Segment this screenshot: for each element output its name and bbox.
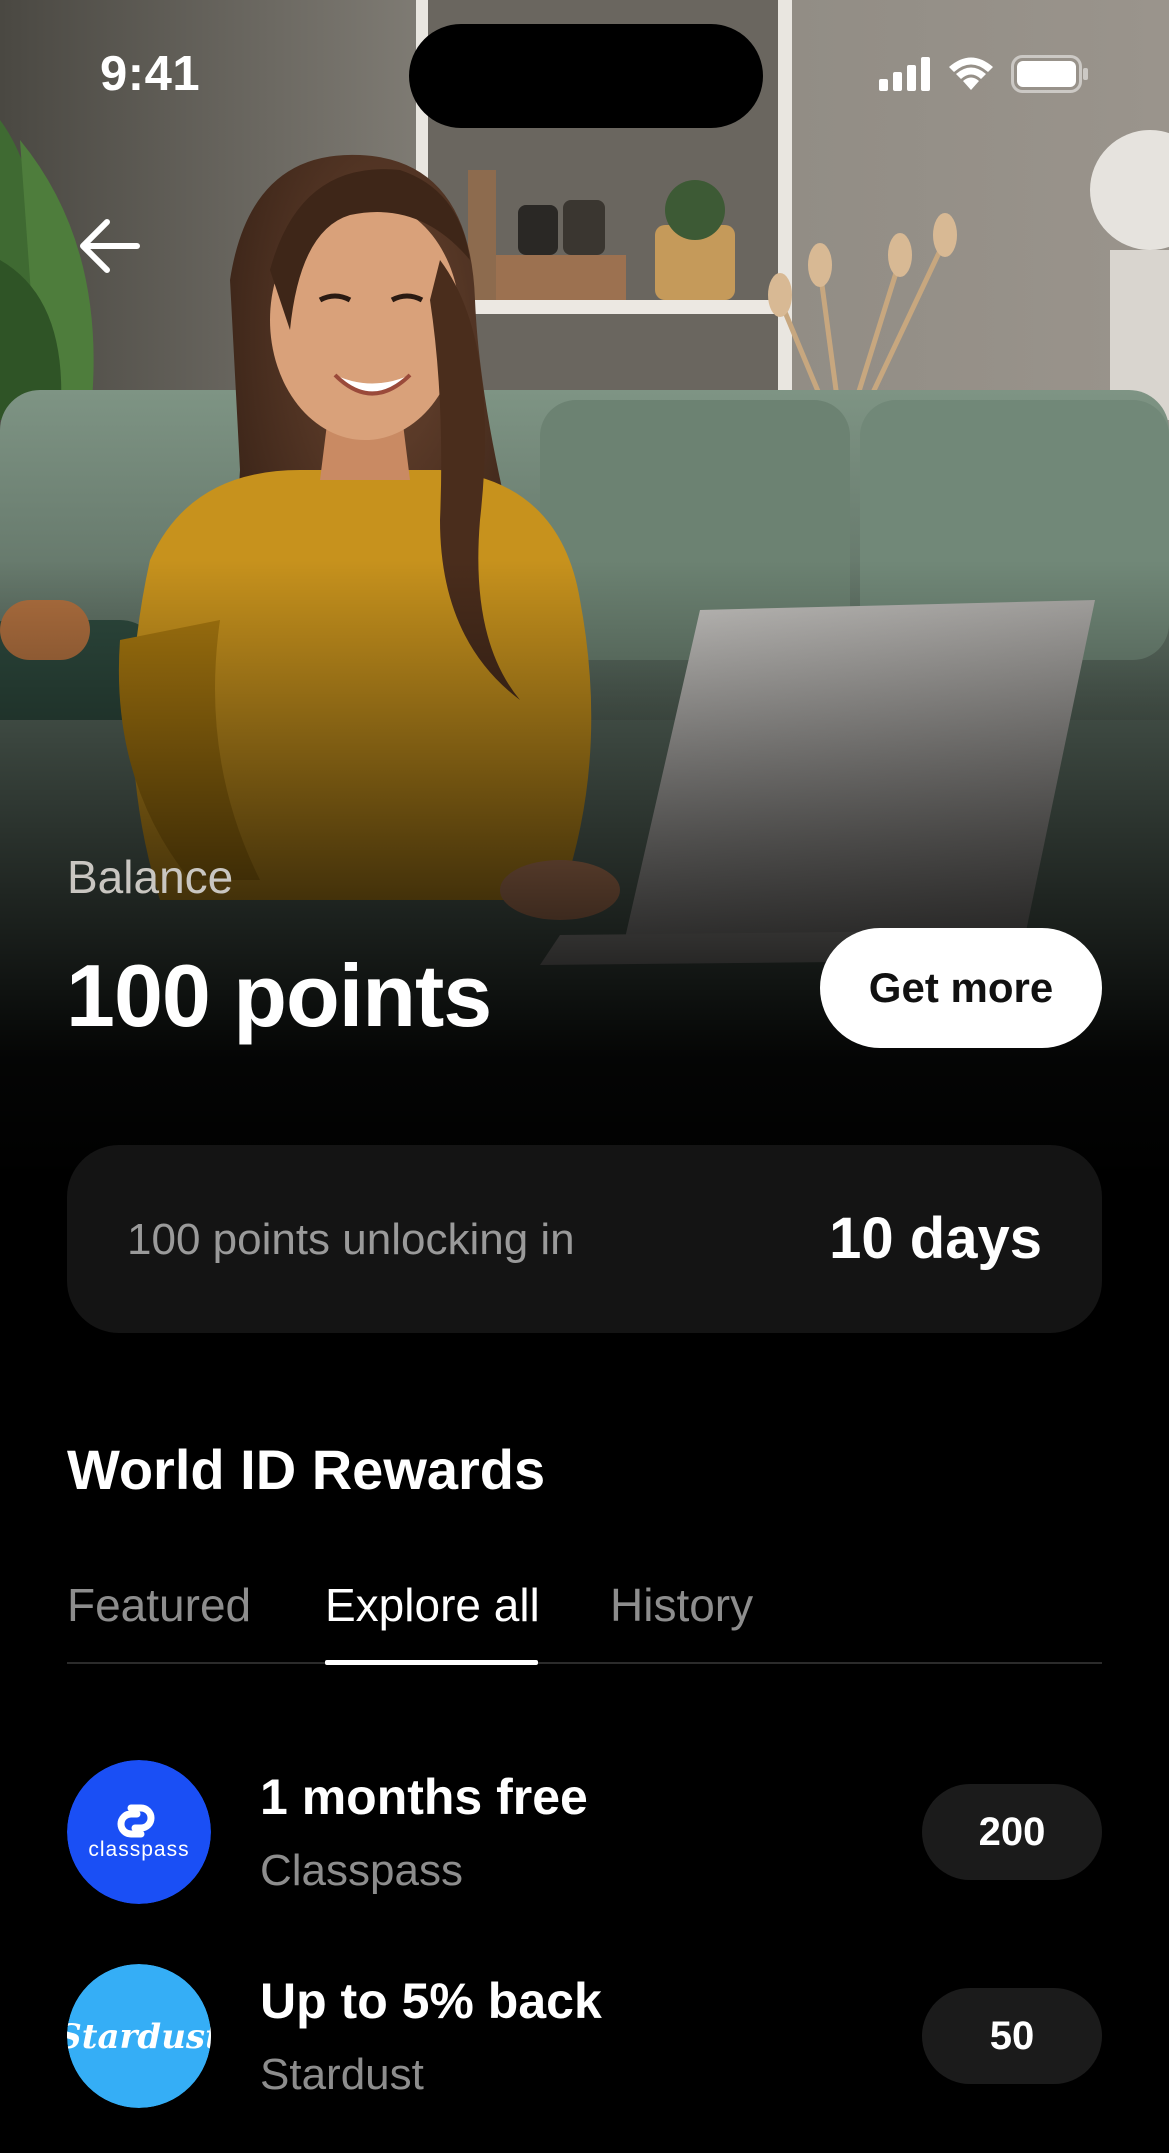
reward-title: 1 months free <box>260 1769 588 1825</box>
reward-title: Up to 5% back <box>260 1973 602 2029</box>
tab-featured[interactable]: Featured <box>67 1578 251 1632</box>
arrow-left-icon <box>80 219 140 273</box>
svg-text:Stardust: Stardust <box>67 2017 211 2057</box>
unlock-days-value: 10 days <box>829 1206 1042 1271</box>
rewards-tabs: Featured Explore all History <box>67 1570 1102 1665</box>
status-bar: 9:41 <box>0 0 1169 150</box>
unlock-card: 100 points unlocking in 10 days <box>67 1145 1102 1333</box>
classpass-logo: classpass <box>67 1760 211 1904</box>
status-time: 9:41 <box>100 47 201 101</box>
dynamic-island <box>409 24 763 128</box>
battery-icon <box>1011 55 1088 93</box>
reward-list: classpass 1 months free Classpass 200 St… <box>67 1758 1102 2153</box>
tab-history[interactable]: History <box>610 1578 753 1632</box>
reward-brand: Classpass <box>260 1846 463 1895</box>
balance-label: Balance <box>67 851 234 903</box>
svg-text:classpass: classpass <box>88 1838 189 1861</box>
tab-explore-all[interactable]: Explore all <box>325 1578 540 1632</box>
balance-value: 100 points <box>66 946 492 1045</box>
back-button[interactable] <box>66 206 152 286</box>
reward-brand: Stardust <box>260 2050 424 2099</box>
rewards-section-title: World ID Rewards <box>67 1438 546 1501</box>
status-icons <box>879 52 1089 96</box>
reward-cost-badge: 50 <box>922 1988 1102 2084</box>
get-more-button[interactable]: Get more <box>820 928 1102 1048</box>
unlock-text: 100 points unlocking in <box>127 1215 575 1264</box>
active-tab-indicator <box>325 1660 538 1665</box>
list-item[interactable]: Stardust Up to 5% back Stardust 50 <box>67 1962 1102 2108</box>
reward-cost-badge: 200 <box>922 1784 1102 1880</box>
signal-icon <box>879 57 930 91</box>
wifi-icon <box>949 57 993 90</box>
list-item[interactable]: classpass 1 months free Classpass 200 <box>67 1758 1102 1904</box>
stardust-logo: Stardust <box>67 1964 211 2108</box>
